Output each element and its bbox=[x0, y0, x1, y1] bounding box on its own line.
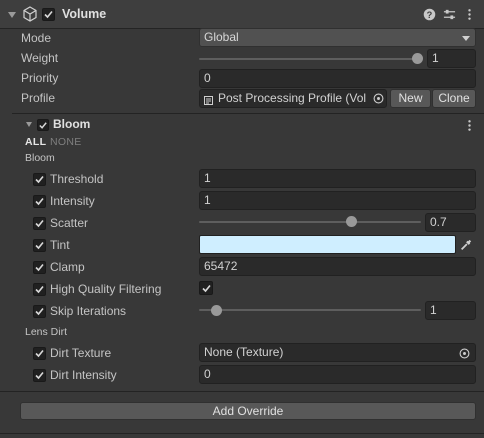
clamp-override-checkbox[interactable] bbox=[33, 261, 46, 274]
threshold-field[interactable]: 1 bbox=[199, 169, 476, 188]
volume-enabled-checkbox[interactable] bbox=[42, 8, 55, 21]
profile-object-field[interactable]: Post Processing Profile (Vol bbox=[199, 89, 387, 108]
all-toggle-link[interactable]: ALL bbox=[25, 136, 46, 148]
skip-iterations-field[interactable]: 1 bbox=[425, 301, 476, 320]
preset-icon[interactable] bbox=[442, 7, 456, 21]
asset-icon bbox=[204, 94, 213, 105]
object-picker-icon[interactable] bbox=[371, 91, 385, 105]
check-icon bbox=[44, 10, 53, 19]
skip-iterations-slider-handle[interactable] bbox=[211, 305, 222, 316]
none-toggle-link[interactable]: NONE bbox=[50, 136, 82, 148]
volume-component-icon bbox=[22, 6, 38, 22]
check-icon bbox=[39, 121, 47, 129]
divider bbox=[12, 113, 484, 114]
intensity-override-checkbox[interactable] bbox=[33, 195, 46, 208]
dirt-texture-object-field[interactable]: None (Texture) bbox=[199, 343, 476, 362]
hq-filtering-label: High Quality Filtering bbox=[50, 282, 162, 296]
dirt-intensity-override-checkbox[interactable] bbox=[33, 369, 46, 382]
divider bbox=[0, 391, 484, 392]
clamp-label: Clamp bbox=[50, 260, 85, 274]
mode-label: Mode bbox=[21, 31, 52, 45]
new-profile-button[interactable]: New bbox=[390, 89, 431, 108]
threshold-override-checkbox[interactable] bbox=[33, 173, 46, 186]
weight-field[interactable]: 1 bbox=[427, 49, 476, 68]
dirt-intensity-field[interactable]: 0 bbox=[199, 365, 476, 384]
component-title: Volume bbox=[62, 7, 107, 21]
scatter-slider-handle[interactable] bbox=[346, 216, 357, 227]
scatter-override-checkbox[interactable] bbox=[33, 217, 46, 230]
mode-dropdown[interactable]: Global bbox=[199, 28, 476, 47]
help-icon[interactable]: ? bbox=[422, 7, 436, 21]
check-icon bbox=[35, 285, 44, 294]
skip-iterations-slider-track[interactable] bbox=[199, 309, 421, 311]
dirt-texture-override-checkbox[interactable] bbox=[33, 347, 46, 360]
check-icon bbox=[35, 307, 44, 316]
dirt-intensity-label: Dirt Intensity bbox=[50, 368, 117, 382]
scatter-field[interactable]: 0.7 bbox=[425, 213, 476, 232]
bloom-menu-dots-icon[interactable] bbox=[462, 118, 476, 132]
divider bbox=[0, 433, 484, 434]
hq-filtering-checkbox[interactable] bbox=[199, 281, 213, 295]
svg-text:?: ? bbox=[426, 9, 432, 19]
skip-iterations-override-checkbox[interactable] bbox=[33, 305, 46, 318]
clamp-field[interactable]: 65472 bbox=[199, 257, 476, 276]
hq-filtering-override-checkbox[interactable] bbox=[33, 283, 46, 296]
check-icon bbox=[35, 241, 44, 250]
scatter-label: Scatter bbox=[50, 216, 89, 230]
foldout-arrow-icon[interactable] bbox=[8, 12, 16, 18]
priority-field[interactable]: 0 bbox=[199, 69, 476, 88]
clone-profile-button[interactable]: Clone bbox=[432, 89, 476, 108]
skip-iterations-label: Skip Iterations bbox=[50, 304, 127, 318]
check-icon bbox=[35, 349, 44, 358]
check-icon bbox=[35, 175, 44, 184]
bloom-foldout-arrow-icon[interactable] bbox=[26, 122, 32, 127]
check-icon bbox=[35, 263, 44, 272]
check-icon bbox=[35, 197, 44, 206]
dirt-texture-label: Dirt Texture bbox=[50, 346, 112, 360]
section-header-lens-dirt: Lens Dirt bbox=[25, 326, 68, 338]
section-header-bloom: Bloom bbox=[25, 152, 55, 164]
dirt-texture-value: None (Texture) bbox=[204, 345, 284, 359]
object-picker-icon[interactable] bbox=[457, 346, 471, 360]
add-override-button[interactable]: Add Override bbox=[20, 402, 476, 420]
menu-dots-icon[interactable] bbox=[462, 7, 476, 21]
weight-label: Weight bbox=[21, 51, 59, 65]
chevron-down-icon bbox=[462, 36, 470, 41]
mode-value: Global bbox=[204, 30, 239, 44]
intensity-label: Intensity bbox=[50, 194, 95, 208]
bloom-enabled-checkbox[interactable] bbox=[37, 119, 49, 131]
check-icon bbox=[201, 284, 211, 292]
check-icon bbox=[35, 371, 44, 380]
intensity-field[interactable]: 1 bbox=[199, 191, 476, 210]
threshold-label: Threshold bbox=[50, 172, 104, 186]
eyedropper-icon[interactable] bbox=[458, 237, 474, 253]
weight-slider-track[interactable] bbox=[199, 58, 421, 60]
profile-label: Profile bbox=[21, 91, 56, 105]
profile-value: Post Processing Profile (Vol bbox=[218, 91, 367, 105]
scatter-slider-track[interactable] bbox=[199, 221, 421, 223]
tint-color-swatch[interactable] bbox=[199, 235, 456, 254]
tint-override-checkbox[interactable] bbox=[33, 239, 46, 252]
tint-label: Tint bbox=[50, 238, 70, 252]
weight-slider-handle[interactable] bbox=[412, 53, 423, 64]
priority-label: Priority bbox=[21, 71, 59, 85]
bloom-title: Bloom bbox=[53, 117, 91, 131]
check-icon bbox=[35, 219, 44, 228]
